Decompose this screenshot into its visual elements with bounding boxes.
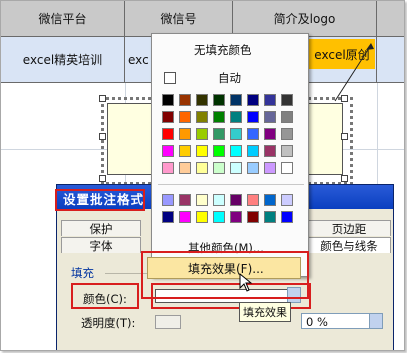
color-swatch[interactable] xyxy=(196,162,208,174)
screenshot-frame: 微信平台 微信号 简介及logo excel精英培训 exc excel原创 设… xyxy=(0,0,405,351)
color-swatch[interactable] xyxy=(264,194,276,206)
color-swatch[interactable] xyxy=(162,94,174,106)
tab-colors-lines[interactable]: 颜色与线条 xyxy=(307,237,391,253)
data-cell-extra[interactable] xyxy=(377,37,404,83)
color-swatch[interactable] xyxy=(230,94,242,106)
color-swatch[interactable] xyxy=(179,128,191,140)
mouse-cursor-icon xyxy=(239,273,253,292)
color-swatch[interactable] xyxy=(247,128,259,140)
tab-margins[interactable]: 页边距 xyxy=(307,220,391,236)
resize-handle[interactable] xyxy=(99,175,106,182)
color-swatch[interactable] xyxy=(196,111,208,123)
header-cell-extra[interactable] xyxy=(377,1,404,37)
color-swatch[interactable] xyxy=(230,211,242,223)
color-swatch[interactable] xyxy=(264,128,276,140)
color-swatch[interactable] xyxy=(162,211,174,223)
color-swatch[interactable] xyxy=(213,128,225,140)
section-fill-label: 填充 xyxy=(71,266,94,280)
tab-protection[interactable]: 保护 xyxy=(61,220,141,236)
color-swatch[interactable] xyxy=(281,211,293,223)
color-swatch[interactable] xyxy=(162,194,174,206)
resize-handle[interactable] xyxy=(99,133,106,140)
color-swatch[interactable] xyxy=(162,128,174,140)
color-swatch[interactable] xyxy=(179,162,191,174)
palette-separator xyxy=(158,184,304,185)
spin-arrow-icon[interactable] xyxy=(369,313,383,329)
color-swatch[interactable] xyxy=(213,111,225,123)
color-swatch[interactable] xyxy=(281,94,293,106)
transparency-label: 透明度(T): xyxy=(81,316,136,330)
transparency-slider[interactable] xyxy=(155,315,181,329)
color-swatch[interactable] xyxy=(196,145,208,157)
color-swatch[interactable] xyxy=(281,145,293,157)
color-label-highlight xyxy=(71,283,139,309)
fill-effects-highlight xyxy=(141,251,309,299)
color-swatch[interactable] xyxy=(264,111,276,123)
color-swatch[interactable] xyxy=(230,162,242,174)
color-swatch[interactable] xyxy=(230,111,242,123)
color-swatch[interactable] xyxy=(230,128,242,140)
color-picker-popup: 无填充颜色 自动 其他颜色(M)... xyxy=(151,33,309,277)
color-swatch[interactable] xyxy=(247,94,259,106)
color-swatch[interactable] xyxy=(213,211,225,223)
color-swatch[interactable] xyxy=(179,94,191,106)
color-swatch[interactable] xyxy=(247,145,259,157)
data-cell-platform[interactable]: excel精英培训 xyxy=(1,37,125,83)
no-fill-option[interactable]: 无填充颜色 xyxy=(194,42,252,58)
resize-handle[interactable] xyxy=(99,95,106,102)
tab-font[interactable]: 字体 xyxy=(61,237,141,253)
color-swatch[interactable] xyxy=(264,94,276,106)
color-swatch[interactable] xyxy=(264,145,276,157)
color-swatch[interactable] xyxy=(247,111,259,123)
color-swatch[interactable] xyxy=(179,194,191,206)
color-swatch[interactable] xyxy=(162,111,174,123)
automatic-option[interactable]: 自动 xyxy=(218,70,241,86)
color-swatch[interactable] xyxy=(213,194,225,206)
color-swatch[interactable] xyxy=(213,145,225,157)
header-cell-intro-logo[interactable]: 简介及logo xyxy=(233,1,377,37)
color-swatch[interactable] xyxy=(281,128,293,140)
color-swatch[interactable] xyxy=(213,162,225,174)
color-swatch[interactable] xyxy=(196,94,208,106)
color-swatch[interactable] xyxy=(179,211,191,223)
color-swatch[interactable] xyxy=(213,94,225,106)
transparency-value: 0 % xyxy=(306,315,328,329)
comment-arrow-line xyxy=(334,43,374,102)
color-swatch[interactable] xyxy=(247,162,259,174)
color-swatch[interactable] xyxy=(179,145,191,157)
color-swatch[interactable] xyxy=(247,211,259,223)
fill-effects-tooltip: 填充效果 xyxy=(239,302,291,322)
header-cell-wechat-id[interactable]: 微信号 xyxy=(125,1,233,37)
header-cell-platform[interactable]: 微信平台 xyxy=(1,1,125,37)
color-swatch[interactable] xyxy=(281,194,293,206)
color-swatch[interactable] xyxy=(162,145,174,157)
resize-handle[interactable] xyxy=(341,133,348,140)
title-highlight xyxy=(55,189,145,211)
color-swatch[interactable] xyxy=(179,111,191,123)
color-swatch[interactable] xyxy=(230,145,242,157)
resize-handle[interactable] xyxy=(341,175,348,182)
color-swatch[interactable] xyxy=(196,128,208,140)
color-swatch[interactable] xyxy=(264,211,276,223)
automatic-swatch[interactable] xyxy=(164,72,176,84)
color-swatch[interactable] xyxy=(281,111,293,123)
color-swatch[interactable] xyxy=(247,194,259,206)
color-swatch[interactable] xyxy=(196,211,208,223)
color-swatch[interactable] xyxy=(281,162,293,174)
color-swatch[interactable] xyxy=(264,162,276,174)
color-swatch[interactable] xyxy=(230,194,242,206)
color-swatch[interactable] xyxy=(162,162,174,174)
color-swatch[interactable] xyxy=(196,194,208,206)
